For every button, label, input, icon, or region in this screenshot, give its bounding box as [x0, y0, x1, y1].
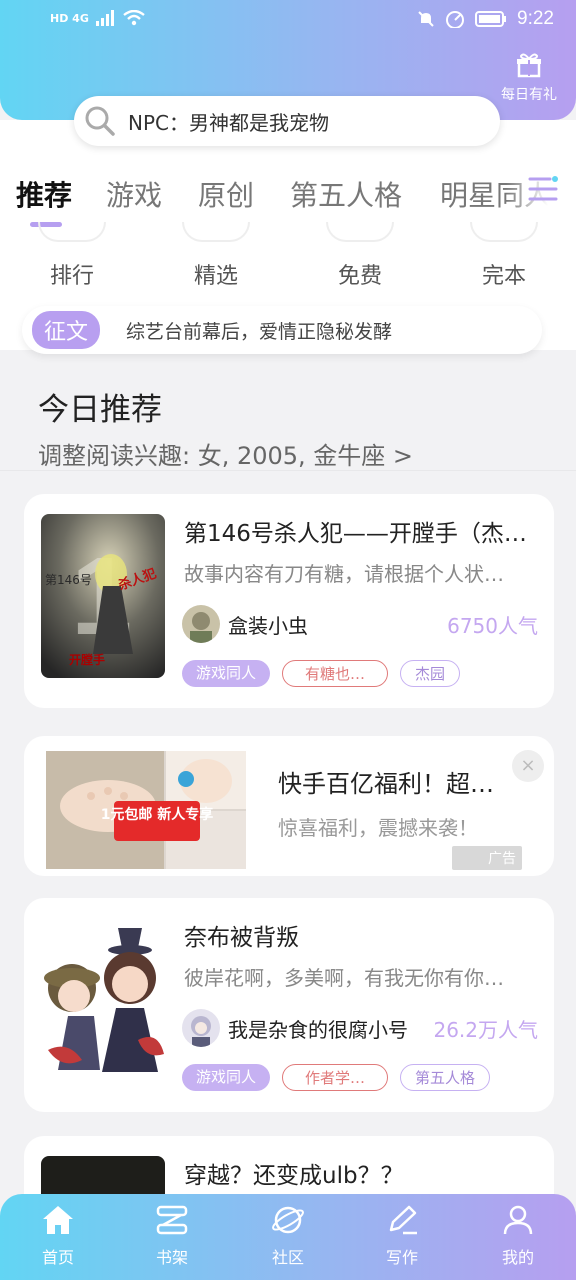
book-cover	[38, 920, 168, 1080]
nav-community[interactable]: 社区	[248, 1204, 328, 1268]
book-title: 奈布被背叛	[184, 925, 299, 951]
daily-gift-button[interactable]: 每日有礼	[496, 52, 562, 104]
book-card[interactable]: 奈布被背叛 彼岸花啊，多美啊，有我无你有你… 我是杂食的很腐小号 26.2万人气…	[24, 898, 554, 1112]
contest-notice[interactable]: 征文 综艺台前幕后，爱情正隐秘发酵	[22, 306, 542, 354]
book-title: 穿越？还变成ulb？？	[184, 1163, 404, 1189]
tab-menu-icon[interactable]	[528, 174, 558, 204]
ad-title: 快手百亿福利！超…	[278, 770, 494, 798]
category-label: 免费	[337, 264, 382, 289]
category-featured[interactable]: 精选	[166, 222, 266, 290]
wifi-icon	[123, 10, 145, 26]
popularity-count: 6750人气	[447, 613, 538, 638]
author-avatar[interactable]	[182, 605, 220, 643]
gift-label: 每日有礼	[501, 87, 557, 103]
nav-write[interactable]: 写作	[362, 1204, 442, 1268]
book-title: 第146号杀人犯——开膛手（杰…	[184, 521, 527, 547]
nav-label: 首页	[41, 1248, 74, 1267]
ad-badge: 广告	[452, 846, 522, 870]
popularity-count: 26.2万人气	[433, 1017, 538, 1042]
bookshelf-icon	[156, 1205, 188, 1235]
nav-home[interactable]: 首页	[18, 1204, 98, 1268]
completed-icon	[470, 222, 538, 242]
tag-list: 游戏同人 作者学… 第五人格	[182, 1064, 491, 1091]
book-description: 彼岸花啊，多美啊，有我无你有你…	[184, 966, 504, 990]
book-cover: 1 第146号 杀人犯 开膛手	[41, 514, 165, 678]
cover-art: 1 第146号 杀人犯 开膛手	[41, 514, 165, 678]
planet-icon	[272, 1206, 304, 1234]
bottom-nav: 首页 书架 社区 写作 我的	[0, 1194, 576, 1280]
ad-close-button[interactable]: ×	[512, 750, 544, 782]
notice-tag: 征文	[32, 311, 101, 349]
book-card[interactable]: 1 第146号 杀人犯 开膛手 第146号杀人犯——开膛手（杰… 故事内容有刀有…	[24, 494, 554, 708]
status-bar: HD 4G 9:22	[0, 0, 576, 40]
ad-promo-text: 1元包邮 新人专享	[101, 806, 214, 823]
featured-icon	[182, 222, 250, 242]
tag-chip[interactable]: 有糖也…	[282, 660, 389, 687]
search-bar[interactable]: NPC：男神都是我宠物	[74, 96, 500, 146]
status-left: HD 4G	[50, 10, 145, 26]
tag-chip[interactable]: 游戏同人	[182, 660, 271, 687]
tab-recommend[interactable]: 推荐	[16, 174, 72, 214]
search-input[interactable]: NPC：男神都是我宠物	[128, 107, 329, 136]
reading-interest-link[interactable]: 调整阅读兴趣: 女, 2005, 金牛座 >	[38, 436, 413, 471]
home-icon	[43, 1206, 73, 1234]
tag-list: 游戏同人 有糖也… 杰园	[182, 660, 461, 687]
ad-image: 1元包邮 新人专享	[46, 751, 246, 869]
nav-label: 写作	[385, 1248, 418, 1267]
status-right: 9:22	[417, 8, 554, 30]
battery-icon	[475, 11, 507, 27]
author-avatar[interactable]	[182, 1009, 220, 1047]
ad-description: 惊喜福利，震撼来袭！	[278, 816, 478, 840]
search-icon	[85, 106, 115, 136]
nav-label: 社区	[271, 1248, 304, 1267]
author-name[interactable]: 盒装小虫	[228, 610, 308, 639]
category-ranking[interactable]: 排行	[22, 222, 122, 290]
section-title: 今日推荐	[38, 392, 162, 428]
author-row: 我是杂食的很腐小号 26.2万人气	[182, 1008, 538, 1048]
nav-profile[interactable]: 我的	[478, 1204, 558, 1268]
gift-icon	[517, 53, 541, 78]
ranking-icon	[38, 222, 106, 242]
network-label: HD 4G	[50, 11, 89, 25]
cover-subtitle: 第146号	[45, 573, 92, 587]
category-tabs: 推荐 游戏 原创 第五人格 明星同人	[0, 168, 576, 228]
category-completed[interactable]: 完本	[454, 222, 554, 290]
tab-games[interactable]: 游戏	[106, 174, 162, 214]
category-label: 精选	[193, 264, 238, 289]
nav-label: 书架	[155, 1248, 188, 1267]
nav-bookshelf[interactable]: 书架	[132, 1204, 212, 1268]
section-divider	[0, 470, 576, 471]
notice-text: 综艺台前幕后，爱情正隐秘发酵	[126, 320, 393, 343]
tag-chip[interactable]: 游戏同人	[182, 1064, 271, 1091]
category-label: 排行	[49, 264, 94, 289]
tab-original[interactable]: 原创	[198, 174, 254, 214]
speed-icon	[446, 11, 465, 28]
quick-categories: 排行 精选 免费 完本	[0, 222, 576, 302]
category-free[interactable]: 免费	[310, 222, 410, 290]
tag-chip[interactable]: 第五人格	[400, 1064, 491, 1091]
category-label: 完本	[481, 264, 526, 289]
tag-chip[interactable]: 杰园	[400, 660, 461, 687]
mute-bell-icon	[418, 11, 434, 27]
author-row: 盒装小虫 6750人气	[182, 604, 538, 644]
cover-author: 开膛手	[69, 652, 105, 667]
tab-identity-v[interactable]: 第五人格	[290, 174, 402, 214]
tag-chip[interactable]: 作者学…	[282, 1064, 389, 1091]
nav-label: 我的	[501, 1248, 534, 1267]
signal-icon	[95, 10, 114, 26]
cover-art	[38, 920, 168, 1080]
free-icon	[326, 222, 394, 242]
pen-icon	[389, 1205, 417, 1235]
book-description: 故事内容有刀有糖，请根据个人状…	[184, 562, 504, 586]
author-name[interactable]: 我是杂食的很腐小号	[228, 1014, 408, 1043]
clock: 9:22	[517, 8, 554, 29]
ad-card[interactable]: 1元包邮 新人专享 快手百亿福利！超… 惊喜福利，震撼来袭！ × 广告	[24, 736, 554, 876]
person-icon	[503, 1205, 533, 1235]
